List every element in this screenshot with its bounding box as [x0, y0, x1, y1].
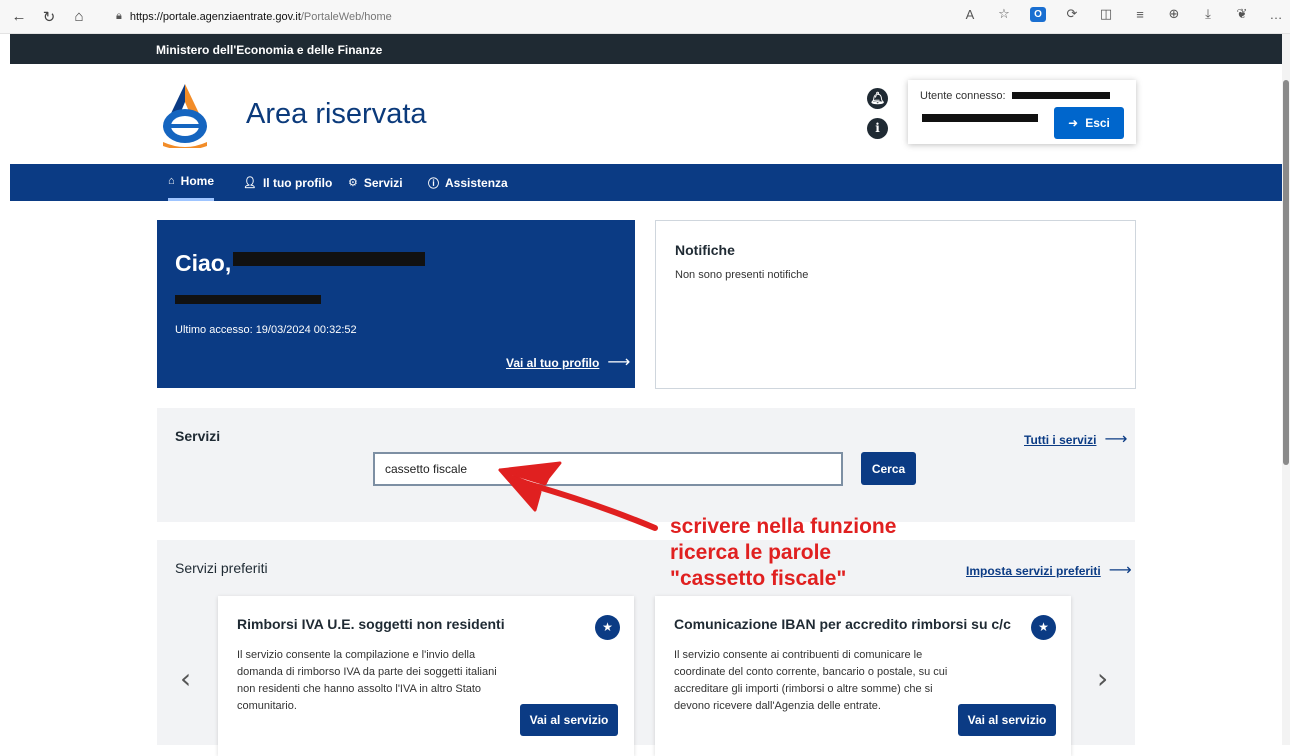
annotation-line: scrivere nella funzione [670, 515, 897, 538]
nav-label: Assistenza [445, 175, 508, 190]
address-bar[interactable]: https://portale.agenziaentrate.gov.it/Po… [130, 11, 392, 23]
main-nav: ⌂ Home 👤︎ Il tuo profilo ⚙ Servizi ⓘ Ass… [10, 164, 1282, 201]
all-services-label: Tutti i servizi [1024, 433, 1097, 447]
star-icon[interactable]: ★ [595, 615, 620, 640]
set-favorites-label: Imposta servizi preferiti [966, 564, 1101, 578]
home-icon: ⌂ [168, 175, 175, 187]
back-icon[interactable]: ← [8, 6, 30, 28]
arrow-right-icon: ⟶ [1104, 431, 1128, 448]
user-icon: 👤︎ [243, 177, 257, 189]
favorites-section: Servizi preferiti Imposta servizi prefer… [157, 540, 1135, 756]
extensions-icon[interactable]: ⟳ [1064, 6, 1080, 22]
scrollbar[interactable] [1282, 34, 1290, 745]
redacted-fiscal-code [175, 295, 321, 304]
go-to-service-button[interactable]: Vai al servizio [520, 704, 618, 736]
nav-item-profilo[interactable]: 👤︎ Il tuo profilo [243, 164, 332, 201]
nav-label: Home [180, 174, 214, 188]
arrow-right-icon: ⟶ [1108, 562, 1132, 579]
annotation-text: scrivere nella funzione ricerca le parol… [670, 514, 970, 592]
agenzia-logo-icon[interactable] [155, 82, 215, 148]
site-header: Area riservata 🔔︎ i Utente connesso: ➜ E… [10, 64, 1282, 164]
info-icon: ⓘ [428, 177, 439, 190]
services-title: Servizi [175, 428, 221, 444]
notifications-title: Notifiche [675, 242, 735, 258]
service-description: Il servizio consente la compilazione e l… [237, 649, 497, 712]
search-input[interactable]: cassetto fiscale [373, 452, 843, 486]
user-box: Utente connesso: ➜ Esci [908, 80, 1136, 144]
go-to-service-button[interactable]: Vai al servizio [958, 704, 1056, 736]
annotation-line: "cassetto fiscale" [670, 567, 847, 590]
service-title: Rimborsi IVA U.E. soggetti non residenti [237, 616, 505, 632]
split-screen-icon[interactable]: ◫ [1098, 6, 1114, 22]
annotation-line: ricerca le parole [670, 541, 832, 564]
outlook-icon[interactable]: O [1030, 6, 1046, 22]
profile-link-label: Vai al tuo profilo [506, 356, 600, 370]
set-favorites-link[interactable]: Imposta servizi preferiti ⟶ [966, 560, 1132, 580]
browser-toolbar: ← ↻ ⌂ 🔒︎ https://portale.agenziaentrate.… [0, 0, 1290, 34]
page-title: Area riservata [246, 98, 427, 130]
nav-item-servizi[interactable]: ⚙ Servizi [348, 164, 403, 201]
scrollbar-thumb[interactable] [1283, 80, 1289, 465]
greeting: Ciao, [175, 250, 232, 276]
redacted-fiscal-code [922, 114, 1038, 122]
carousel-next-icon[interactable]: › [1097, 662, 1108, 695]
last-access: Ultimo accesso: 19/03/2024 00:32:52 [175, 324, 357, 336]
nav-item-home[interactable]: ⌂ Home [168, 164, 214, 201]
ministry-bar: Ministero dell'Economia e delle Finanze [10, 34, 1282, 64]
home-icon[interactable]: ⌂ [68, 6, 90, 28]
logout-icon: ➜ [1068, 116, 1079, 130]
service-description: Il servizio consente ai contribuenti di … [674, 649, 948, 712]
logout-button[interactable]: ➜ Esci [1054, 107, 1124, 139]
notifications-empty-text: Non sono presenti notifiche [675, 269, 809, 281]
service-card[interactable]: Rimborsi IVA U.E. soggetti non residenti… [218, 596, 634, 756]
logout-label: Esci [1085, 116, 1110, 130]
nav-label: Servizi [363, 175, 403, 190]
favorites-title: Servizi preferiti [175, 560, 268, 576]
services-icon: ⚙ [348, 177, 358, 189]
read-aloud-icon[interactable]: A [962, 7, 978, 22]
arrow-right-icon: ⟶ [607, 354, 631, 371]
lock-icon: 🔒︎ [116, 10, 122, 22]
redacted-user-name [233, 252, 425, 266]
all-services-link[interactable]: Tutti i servizi ⟶ [1024, 429, 1127, 449]
nav-item-assistenza[interactable]: ⓘ Assistenza [428, 164, 508, 201]
services-search-section: Servizi Tutti i servizi ⟶ cassetto fiscal… [157, 408, 1135, 522]
refresh-icon[interactable]: ↻ [38, 6, 60, 28]
collections-icon[interactable]: ⊕ [1166, 6, 1182, 22]
search-button[interactable]: Cerca [861, 452, 916, 485]
ministry-text[interactable]: Ministero dell'Economia e delle Finanze [156, 43, 382, 57]
carousel-prev-icon[interactable]: ‹ [180, 662, 191, 695]
notifications-bell-icon[interactable]: 🔔︎ [867, 88, 888, 109]
notifications-card: Notifiche Non sono presenti notifiche [655, 220, 1136, 389]
favorites-list-icon[interactable]: ≡ [1132, 7, 1148, 22]
redacted-username [1012, 92, 1110, 99]
url-domain: https://portale.agenziaentrate.gov.it [129, 10, 301, 23]
nav-label: Il tuo profilo [262, 175, 333, 190]
welcome-card: Ciao, Ultimo accesso: 19/03/2024 00:32:5… [157, 220, 635, 388]
more-icon[interactable]: … [1268, 7, 1284, 22]
copilot-icon[interactable]: ❦ [1234, 6, 1250, 22]
favorite-star-icon[interactable]: ☆ [996, 6, 1012, 22]
service-card[interactable]: Comunicazione IBAN per accredito rimbors… [655, 596, 1071, 756]
info-icon[interactable]: i [867, 118, 888, 139]
service-title: Comunicazione IBAN per accredito rimbors… [674, 616, 1011, 632]
profile-link[interactable]: Vai al tuo profilo ⟶ [506, 352, 630, 372]
download-icon[interactable]: ⤓ [1200, 6, 1216, 22]
url-path: /PortaleWeb/home [300, 10, 392, 23]
user-label: Utente connesso: [920, 90, 1006, 102]
star-icon[interactable]: ★ [1031, 615, 1056, 640]
